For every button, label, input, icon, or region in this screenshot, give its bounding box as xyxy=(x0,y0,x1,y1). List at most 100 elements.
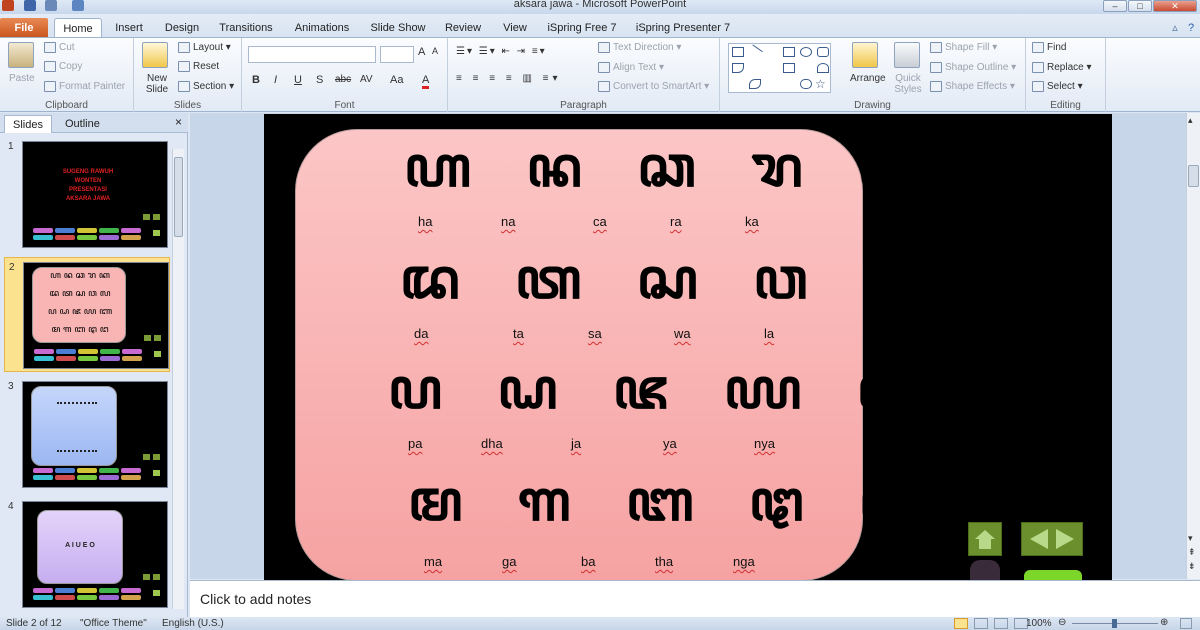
zoom-level[interactable]: 100% xyxy=(1026,618,1052,629)
align-text-button[interactable]: Align Text ▾ xyxy=(598,62,664,73)
smartart-icon xyxy=(598,81,610,92)
maximize-button[interactable]: □ xyxy=(1128,0,1152,12)
underline-button[interactable]: U xyxy=(294,74,302,86)
oval-shape-icon[interactable] xyxy=(800,47,812,57)
arrow-shape-icon[interactable] xyxy=(783,63,795,73)
green-nav-button[interactable] xyxy=(1024,570,1082,580)
tab-insert[interactable]: Insert xyxy=(108,18,150,38)
fit-to-window-icon[interactable] xyxy=(1180,618,1192,629)
pentagon-shape-icon[interactable] xyxy=(817,63,829,73)
line-shape-icon[interactable] xyxy=(747,44,763,60)
normal-view-icon[interactable] xyxy=(954,618,968,629)
latin-ca: ca xyxy=(593,214,607,229)
list-buttons[interactable]: ☰▾ ☰▾ ⇤ ⇥ ≡▾ xyxy=(456,46,547,57)
text-direction-button[interactable]: Text Direction ▾ xyxy=(598,42,681,53)
zoom-out-icon[interactable]: ⊖ xyxy=(1058,617,1066,628)
bold-button[interactable]: B xyxy=(252,74,260,86)
tab-file[interactable]: File xyxy=(0,18,48,38)
quick-styles-button[interactable]: Quick Styles xyxy=(892,73,924,95)
scroll-up-icon[interactable]: ▴ xyxy=(1188,115,1193,126)
tab-ispring-presenter[interactable]: iSpring Presenter 7 xyxy=(634,18,732,38)
slide-sorter-icon[interactable] xyxy=(974,618,988,629)
replace-button[interactable]: Replace ▾ xyxy=(1032,62,1092,73)
textbox-shape-icon[interactable] xyxy=(732,47,744,57)
minimize-button[interactable]: – xyxy=(1103,0,1127,12)
triangle-shape-icon[interactable] xyxy=(732,63,744,73)
tab-review[interactable]: Review xyxy=(442,18,484,38)
curve-shape-icon[interactable] xyxy=(749,79,761,89)
alignment-buttons[interactable]: ≡ ≡ ≡ ≡ ▥ ≡▾ xyxy=(456,73,562,84)
next-slide-icon[interactable]: ⇟ xyxy=(1188,561,1196,572)
shadow-button[interactable]: S xyxy=(316,74,323,86)
slide-scroll-thumb[interactable] xyxy=(1188,165,1199,187)
slide-thumbnail-4[interactable]: 4 A I U E O xyxy=(4,497,170,612)
format-painter-button[interactable]: Format Painter xyxy=(44,81,125,92)
tab-transitions[interactable]: Transitions xyxy=(214,18,278,38)
tab-home[interactable]: Home xyxy=(54,18,102,38)
scroll-down-icon[interactable]: ▾ xyxy=(1188,533,1193,544)
shapes-gallery[interactable]: ☆ xyxy=(728,43,831,93)
language-indicator[interactable]: English (U.S.) xyxy=(162,618,224,629)
font-family-combo[interactable] xyxy=(248,46,376,63)
shape-fill-button[interactable]: Shape Fill ▾ xyxy=(930,42,997,53)
tab-ispring-free[interactable]: iSpring Free 7 xyxy=(544,18,620,38)
quick-styles-icon[interactable] xyxy=(894,42,920,68)
change-case-button[interactable]: Aa xyxy=(390,74,403,86)
section-button[interactable]: Section ▾ xyxy=(178,81,234,92)
slide-scrollbar[interactable]: ▴ ▾ ⇞ ⇟ xyxy=(1186,113,1200,579)
slide-thumbnail-3[interactable]: 3 xyxy=(4,377,170,492)
paste-button[interactable]: Paste xyxy=(9,73,35,84)
slide-thumbnail-1[interactable]: 1 SUGENG RAWUH WONTEN PRESENTASI AKSARA … xyxy=(4,137,170,252)
tab-slide-show[interactable]: Slide Show xyxy=(366,18,430,38)
tab-outline-pane[interactable]: Outline xyxy=(57,115,108,133)
smartart-button[interactable]: Convert to SmartArt ▾ xyxy=(598,81,709,92)
reset-button[interactable]: Reset xyxy=(178,61,219,72)
pane-scrollbar[interactable] xyxy=(172,149,184,609)
help-icon[interactable]: ? xyxy=(1184,18,1198,38)
align-text-label: Align Text xyxy=(613,62,657,74)
slide-number: 2 xyxy=(9,262,15,273)
tab-design[interactable]: Design xyxy=(160,18,204,38)
shape-effects-button[interactable]: Shape Effects ▾ xyxy=(930,81,1015,92)
find-button[interactable]: Find xyxy=(1032,42,1066,53)
rect-shape-icon[interactable] xyxy=(783,47,795,57)
shape-outline-button[interactable]: Shape Outline ▾ xyxy=(930,62,1016,73)
font-color-button[interactable]: A xyxy=(422,74,430,89)
tab-animations[interactable]: Animations xyxy=(290,18,354,38)
home-nav-button[interactable] xyxy=(968,522,1002,556)
paragraph-group: ☰▾ ☰▾ ⇤ ⇥ ≡▾ ≡ ≡ ≡ ≡ ▥ ≡▾ Text Direction… xyxy=(448,38,720,112)
minimize-ribbon-icon[interactable]: ▵ xyxy=(1168,18,1182,38)
new-slide-button[interactable]: New Slide xyxy=(142,73,172,95)
pane-scroll-thumb[interactable] xyxy=(174,157,183,237)
select-button[interactable]: Select ▾ xyxy=(1032,81,1083,92)
notes-pane[interactable]: Click to add notes xyxy=(190,580,1200,617)
new-slide-icon[interactable] xyxy=(142,42,168,68)
zoom-slider-thumb[interactable] xyxy=(1112,619,1117,628)
grow-font-icon[interactable]: A xyxy=(418,46,425,58)
prev-slide-icon[interactable]: ⇞ xyxy=(1188,547,1196,558)
prev-next-nav-button[interactable] xyxy=(1021,522,1083,556)
char-spacing-button[interactable]: AV xyxy=(360,74,373,85)
reading-view-icon[interactable] xyxy=(994,618,1008,629)
shrink-font-icon[interactable]: A xyxy=(432,46,438,56)
tab-slides-pane[interactable]: Slides xyxy=(4,115,52,133)
font-size-combo[interactable] xyxy=(380,46,414,63)
menu-chip xyxy=(99,228,119,233)
notes-placeholder[interactable]: Click to add notes xyxy=(200,591,311,607)
cut-button[interactable]: Cut xyxy=(44,42,75,53)
paste-icon[interactable] xyxy=(8,42,34,68)
close-button[interactable]: ✕ xyxy=(1153,0,1197,12)
slide-thumbnail-2[interactable]: 2 ꦲ ꦤ ꦕ ꦫ ꦏ ꦢ ꦠ ꦱ ꦮ ꦭ ꦥ ꦝ ꦗ ꦪ ꦚ ꦩ ꦒ ꦧ ꦛ … xyxy=(4,257,170,372)
italic-button[interactable]: I xyxy=(274,74,277,86)
arrange-icon[interactable] xyxy=(852,42,878,68)
copy-button[interactable]: Copy xyxy=(44,61,82,72)
layout-button[interactable]: Layout ▾ xyxy=(178,42,231,53)
rounded-rect-shape-icon[interactable] xyxy=(817,47,829,57)
zoom-in-icon[interactable]: ⊕ xyxy=(1160,617,1168,628)
star-shape-icon[interactable]: ☆ xyxy=(815,77,826,91)
arrange-button[interactable]: Arrange xyxy=(850,73,886,84)
tab-view[interactable]: View xyxy=(498,18,532,38)
close-pane-icon[interactable]: × xyxy=(175,115,182,129)
strikethrough-button[interactable]: abc xyxy=(335,74,351,85)
brace-shape-icon[interactable] xyxy=(800,79,812,89)
